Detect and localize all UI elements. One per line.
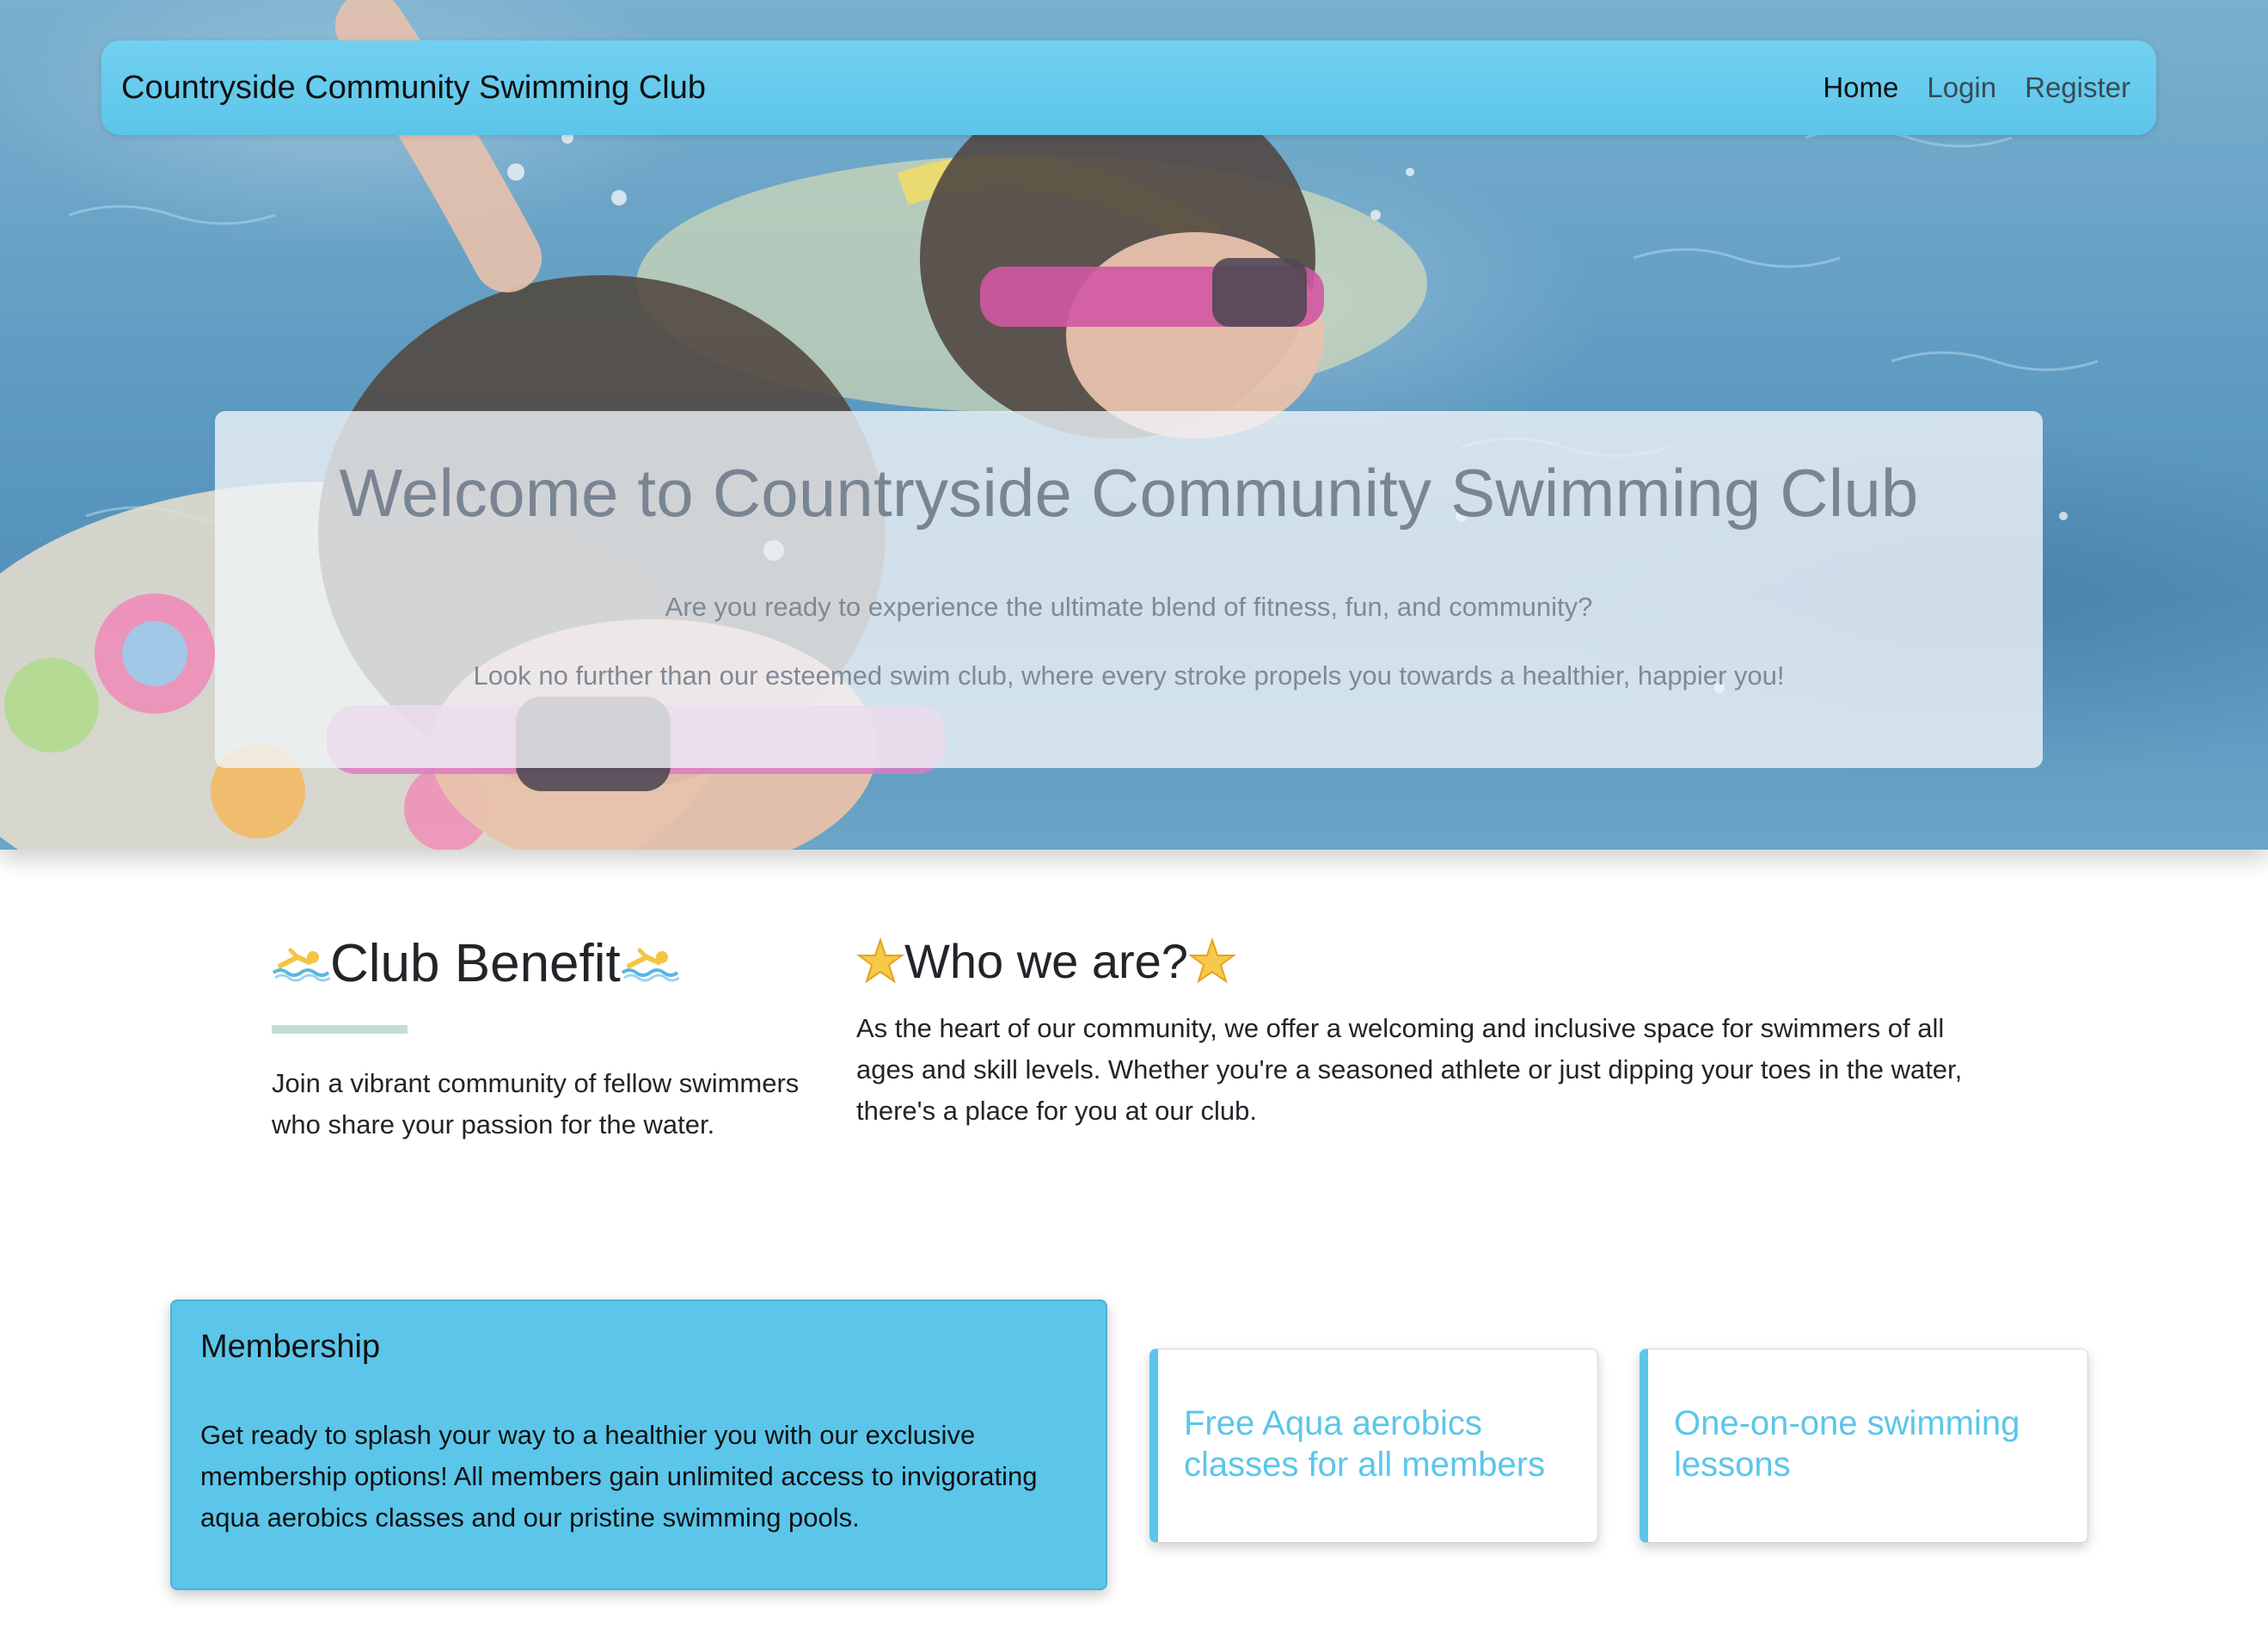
nav-link-login[interactable]: Login <box>1927 40 1996 135</box>
club-benefit-title: Club Benefit <box>330 934 621 993</box>
star-icon <box>1187 937 1236 983</box>
who-we-are-title: Who we are? <box>904 934 1188 988</box>
hero-subtitle-2: Look no further than our esteemed swim c… <box>473 660 1785 691</box>
nav-links: Home Login Register <box>1823 40 2130 135</box>
star-icon <box>856 937 904 983</box>
club-benefit-heading: Club Benefit <box>272 933 805 994</box>
swimmer-icon <box>621 948 679 981</box>
club-benefit-section: Club Benefit Join a vibrant community of… <box>272 933 805 1146</box>
navbar-brand[interactable]: Countryside Community Swimming Club <box>121 40 706 135</box>
navbar: Countryside Community Swimming Club Home… <box>101 40 2156 135</box>
feature-card-text: One-on-one swimming lessons <box>1674 1404 2020 1484</box>
nav-link-home[interactable]: Home <box>1823 40 1898 135</box>
hero-card: Welcome to Countryside Community Swimmin… <box>215 411 2043 768</box>
feature-card-aqua-aerobics: Free Aqua aerobics classes for all membe… <box>1149 1348 1598 1543</box>
nav-link-register[interactable]: Register <box>2025 40 2130 135</box>
hero-title: Welcome to Countryside Community Swimmin… <box>339 455 1919 531</box>
swimmer-icon <box>272 948 330 981</box>
who-we-are-heading: Who we are? <box>856 933 2000 989</box>
feature-card-swimming-lessons: One-on-one swimming lessons <box>1640 1348 2088 1543</box>
club-benefit-text: Join a vibrant community of fellow swimm… <box>272 1068 800 1140</box>
feature-card-text: Free Aqua aerobics classes for all membe… <box>1184 1404 1546 1484</box>
hero-subtitle-1: Are you ready to experience the ultimate… <box>665 592 1593 622</box>
membership-text: Get ready to splash your way to a health… <box>200 1420 1038 1533</box>
divider <box>272 1025 408 1034</box>
membership-card: Membership Get ready to splash your way … <box>170 1299 1107 1590</box>
membership-title: Membership <box>200 1329 381 1365</box>
who-we-are-section: Who we are? As the heart of our communit… <box>856 933 2000 1132</box>
who-we-are-text: As the heart of our community, we offer … <box>856 1013 1963 1126</box>
